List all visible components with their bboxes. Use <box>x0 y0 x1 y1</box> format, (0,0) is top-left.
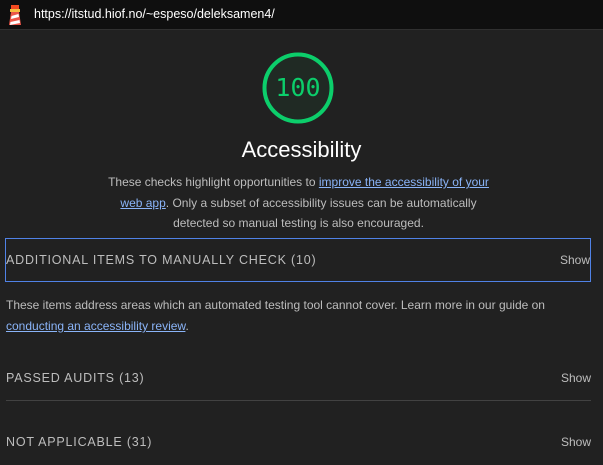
passed-audits-group-title: PASSED AUDITS (13) <box>6 371 145 385</box>
manual-check-description-end: . <box>185 319 189 333</box>
category-description-text-end: . Only a subset of accessibility issues … <box>165 195 477 231</box>
browser-topbar: https://itstud.hiof.no/~espeso/deleksame… <box>0 0 603 30</box>
manual-check-group-title: ADDITIONAL ITEMS TO MANUALLY CHECK (10) <box>6 253 317 267</box>
score-value: 100 <box>275 73 321 102</box>
group-divider <box>6 400 591 401</box>
not-applicable-group-header[interactable]: NOT APPLICABLE (31) Show <box>5 420 591 464</box>
category-description: These checks highlight opportunities to … <box>100 172 497 234</box>
category-title: Accessibility <box>241 137 362 162</box>
category-description-text: These checks highlight opportunities to <box>108 175 319 189</box>
passed-audits-group-header[interactable]: PASSED AUDITS (13) Show <box>5 356 591 400</box>
manual-check-show-button[interactable]: Show <box>560 239 590 281</box>
manual-check-group-header[interactable]: ADDITIONAL ITEMS TO MANUALLY CHECK (10) … <box>5 238 591 282</box>
manual-check-description-text: These items address areas which an autom… <box>6 298 545 312</box>
lighthouse-logo-icon <box>7 5 23 25</box>
accessibility-review-link[interactable]: conducting an accessibility review <box>6 319 185 333</box>
page-url[interactable]: https://itstud.hiof.no/~espeso/deleksame… <box>34 7 275 21</box>
passed-audits-show-button[interactable]: Show <box>561 356 591 400</box>
manual-check-description: These items address areas which an autom… <box>6 295 586 337</box>
not-applicable-group-title: NOT APPLICABLE (31) <box>6 435 153 449</box>
not-applicable-show-button[interactable]: Show <box>561 420 591 464</box>
